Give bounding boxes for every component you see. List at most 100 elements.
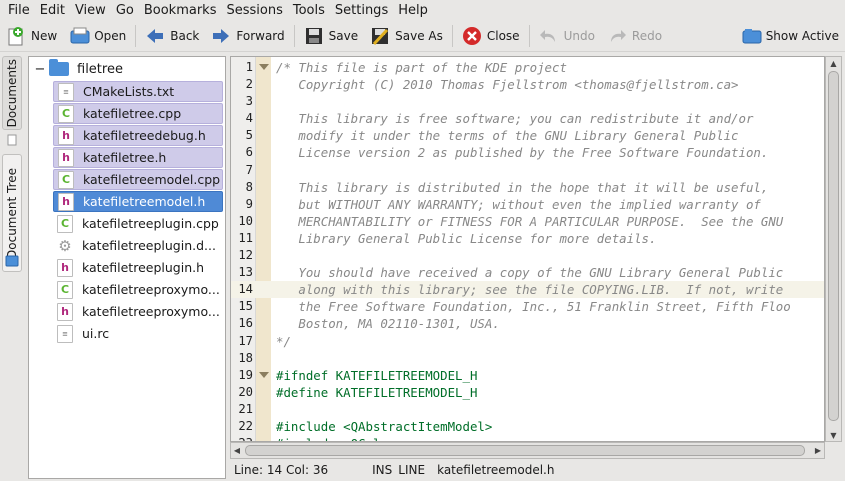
redo-button[interactable]: Redo [601,22,668,50]
main-toolbar: New Open Back Forward Save Save As Close [0,21,845,52]
menu-sessions[interactable]: Sessions [222,3,288,18]
code-text: but WITHOUT ANY WARRANTY; without even t… [276,196,761,212]
tree-item[interactable]: h katefiletreeplugin.h [53,257,223,278]
tree-item[interactable]: ≡ ui.rc [53,323,223,344]
save-as-button[interactable]: Save As [364,22,449,50]
code-text: Copyright (C) 2010 Thomas Fjellstrom <th… [276,77,739,93]
line-number: 4 [245,111,253,126]
back-label: Back [170,29,200,43]
code-line[interactable]: 2 Copyright (C) 2010 Thomas Fjellstrom <… [231,76,824,93]
tree-item-label: katefiletree.cpp [83,106,182,121]
tree-item[interactable]: Ckatefiletreeproxymo... [53,279,223,300]
close-button[interactable]: Close [456,22,526,50]
tree-item[interactable]: ⚙ katefiletreeplugin.d... [53,235,223,256]
collapse-toggle-icon[interactable]: − [31,62,49,77]
code-line[interactable]: 15 the Free Software Foundation, Inc., 5… [231,298,824,315]
code-text: #include <QColor> [276,435,403,441]
line-number: 9 [245,196,253,211]
menu-go[interactable]: Go [112,3,140,18]
tree-item[interactable]: h katefiletree.h [53,147,223,168]
code-line[interactable]: 21 [231,401,824,418]
menu-help[interactable]: Help [394,3,434,18]
code-line[interactable]: 8 This library is distributed in the hop… [231,179,824,196]
code-line[interactable]: 6 License version 2 as published by the … [231,144,824,161]
code-line[interactable]: 18 [231,350,824,367]
horizontal-scrollbar[interactable]: ◀ ▶ [230,442,825,459]
tree-item-label: ui.rc [82,326,110,341]
tree-item-label: katefiletreeproxymo... [82,304,220,319]
tree-item[interactable]: ≡ CMakeLists.txt [53,81,223,102]
code-line[interactable]: 3 [231,93,824,110]
code-line[interactable]: 23 #include <QColor> [231,435,824,441]
tab-documents[interactable]: Documents [2,56,22,130]
fold-triangle-icon[interactable] [259,371,269,378]
tree-item[interactable]: h katefiletreedebug.h [53,125,223,146]
scroll-up-icon[interactable]: ▲ [828,58,839,68]
code-line[interactable]: 16 Boston, MA 02110-1301, USA. [231,315,824,332]
save-button[interactable]: Save [298,22,364,50]
vertical-scrollbar[interactable]: ▲ ▼ [825,56,842,442]
redo-icon [607,26,627,46]
tree-item[interactable]: h katefiletreemodel.h [53,191,223,212]
code-line[interactable]: 20 #define KATEFILETREEMODEL_H [231,384,824,401]
scroll-down-icon[interactable]: ▼ [828,430,839,440]
menu-file[interactable]: File [4,3,36,18]
gear-icon: ⚙ [58,236,72,255]
toolbar-separator [451,25,453,47]
tree-item-label: CMakeLists.txt [83,84,175,99]
undo-label: Undo [563,29,595,43]
new-button[interactable]: New [0,22,63,50]
code-line[interactable]: 1 /* This file is part of the KDE project [231,59,824,76]
open-button[interactable]: Open [63,22,132,50]
open-label: Open [94,29,127,43]
code-line[interactable]: 11 Library General Public License for mo… [231,230,824,247]
save-as-icon [370,26,390,46]
back-button[interactable]: Back [139,22,205,50]
code-editor[interactable]: 1 /* This file is part of the KDE project… [230,56,825,442]
code-text: MERCHANTABILITY or FITNESS FOR A PARTICU… [276,213,784,229]
code-line[interactable]: 22 #include <QAbstractItemModel> [231,418,824,435]
line-number: 22 [238,418,253,433]
tree-item-label: katefiletreeplugin.cpp [82,216,219,231]
line-number: 2 [245,77,253,92]
code-line[interactable]: 17 */ [231,333,824,350]
menu-tools[interactable]: Tools [289,3,331,18]
menu-bookmarks[interactable]: Bookmarks [140,3,223,18]
code-line[interactable]: 12 [231,247,824,264]
line-number: 12 [238,248,253,263]
menu-edit[interactable]: Edit [36,3,71,18]
scroll-left-icon[interactable]: ◀ [232,445,242,456]
code-line[interactable]: 10 MERCHANTABILITY or FITNESS FOR A PART… [231,213,824,230]
horizontal-scroll-thumb[interactable] [245,445,805,456]
tree-item[interactable]: Ckatefiletree.cpp [53,103,223,124]
tree-item[interactable]: h katefiletreeproxymo... [53,301,223,322]
tree-root-row[interactable]: − filetree [29,59,123,79]
tree-item[interactable]: Ckatefiletreemodel.cpp [53,169,223,190]
selection-mode[interactable]: LINE [398,463,425,477]
document-tree-panel[interactable]: − filetree ≡ CMakeLists.txt Ckatefiletree.… [28,56,226,479]
forward-button[interactable]: Forward [205,22,290,50]
status-bar: Line: 14 Col: 36 INS LINE katefiletreemo… [230,460,845,480]
close-icon [462,26,482,46]
tree-item[interactable]: Ckatefiletreeplugin.cpp [53,213,223,234]
code-line[interactable]: 4 This library is free software; you can… [231,110,824,127]
line-number: 19 [238,367,253,382]
insert-mode[interactable]: INS [372,463,392,477]
scroll-right-icon[interactable]: ▶ [813,445,823,456]
undo-button[interactable]: Undo [533,22,601,50]
menu-settings[interactable]: Settings [331,3,394,18]
code-line[interactable]: 13 You should have received a copy of th… [231,264,824,281]
code-line[interactable]: 5 modify it under the terms of the GNU L… [231,127,824,144]
code-text: Boston, MA 02110-1301, USA. [276,316,500,332]
code-line[interactable]: 7 [231,162,824,179]
menu-view[interactable]: View [71,3,112,18]
vertical-scroll-thumb[interactable] [828,71,839,421]
fold-triangle-icon[interactable] [259,64,269,70]
line-number: 5 [245,128,253,143]
folder-icon [49,59,69,76]
show-active-button[interactable]: Show Active [735,22,845,50]
code-line[interactable]: 14 along with this library; see the file… [231,281,824,299]
tree-item-label: katefiletreeplugin.d... [82,238,216,253]
code-line[interactable]: 9 but WITHOUT ANY WARRANTY; without even… [231,196,824,213]
code-line[interactable]: 19 #ifndef KATEFILETREEMODEL_H [231,367,824,384]
